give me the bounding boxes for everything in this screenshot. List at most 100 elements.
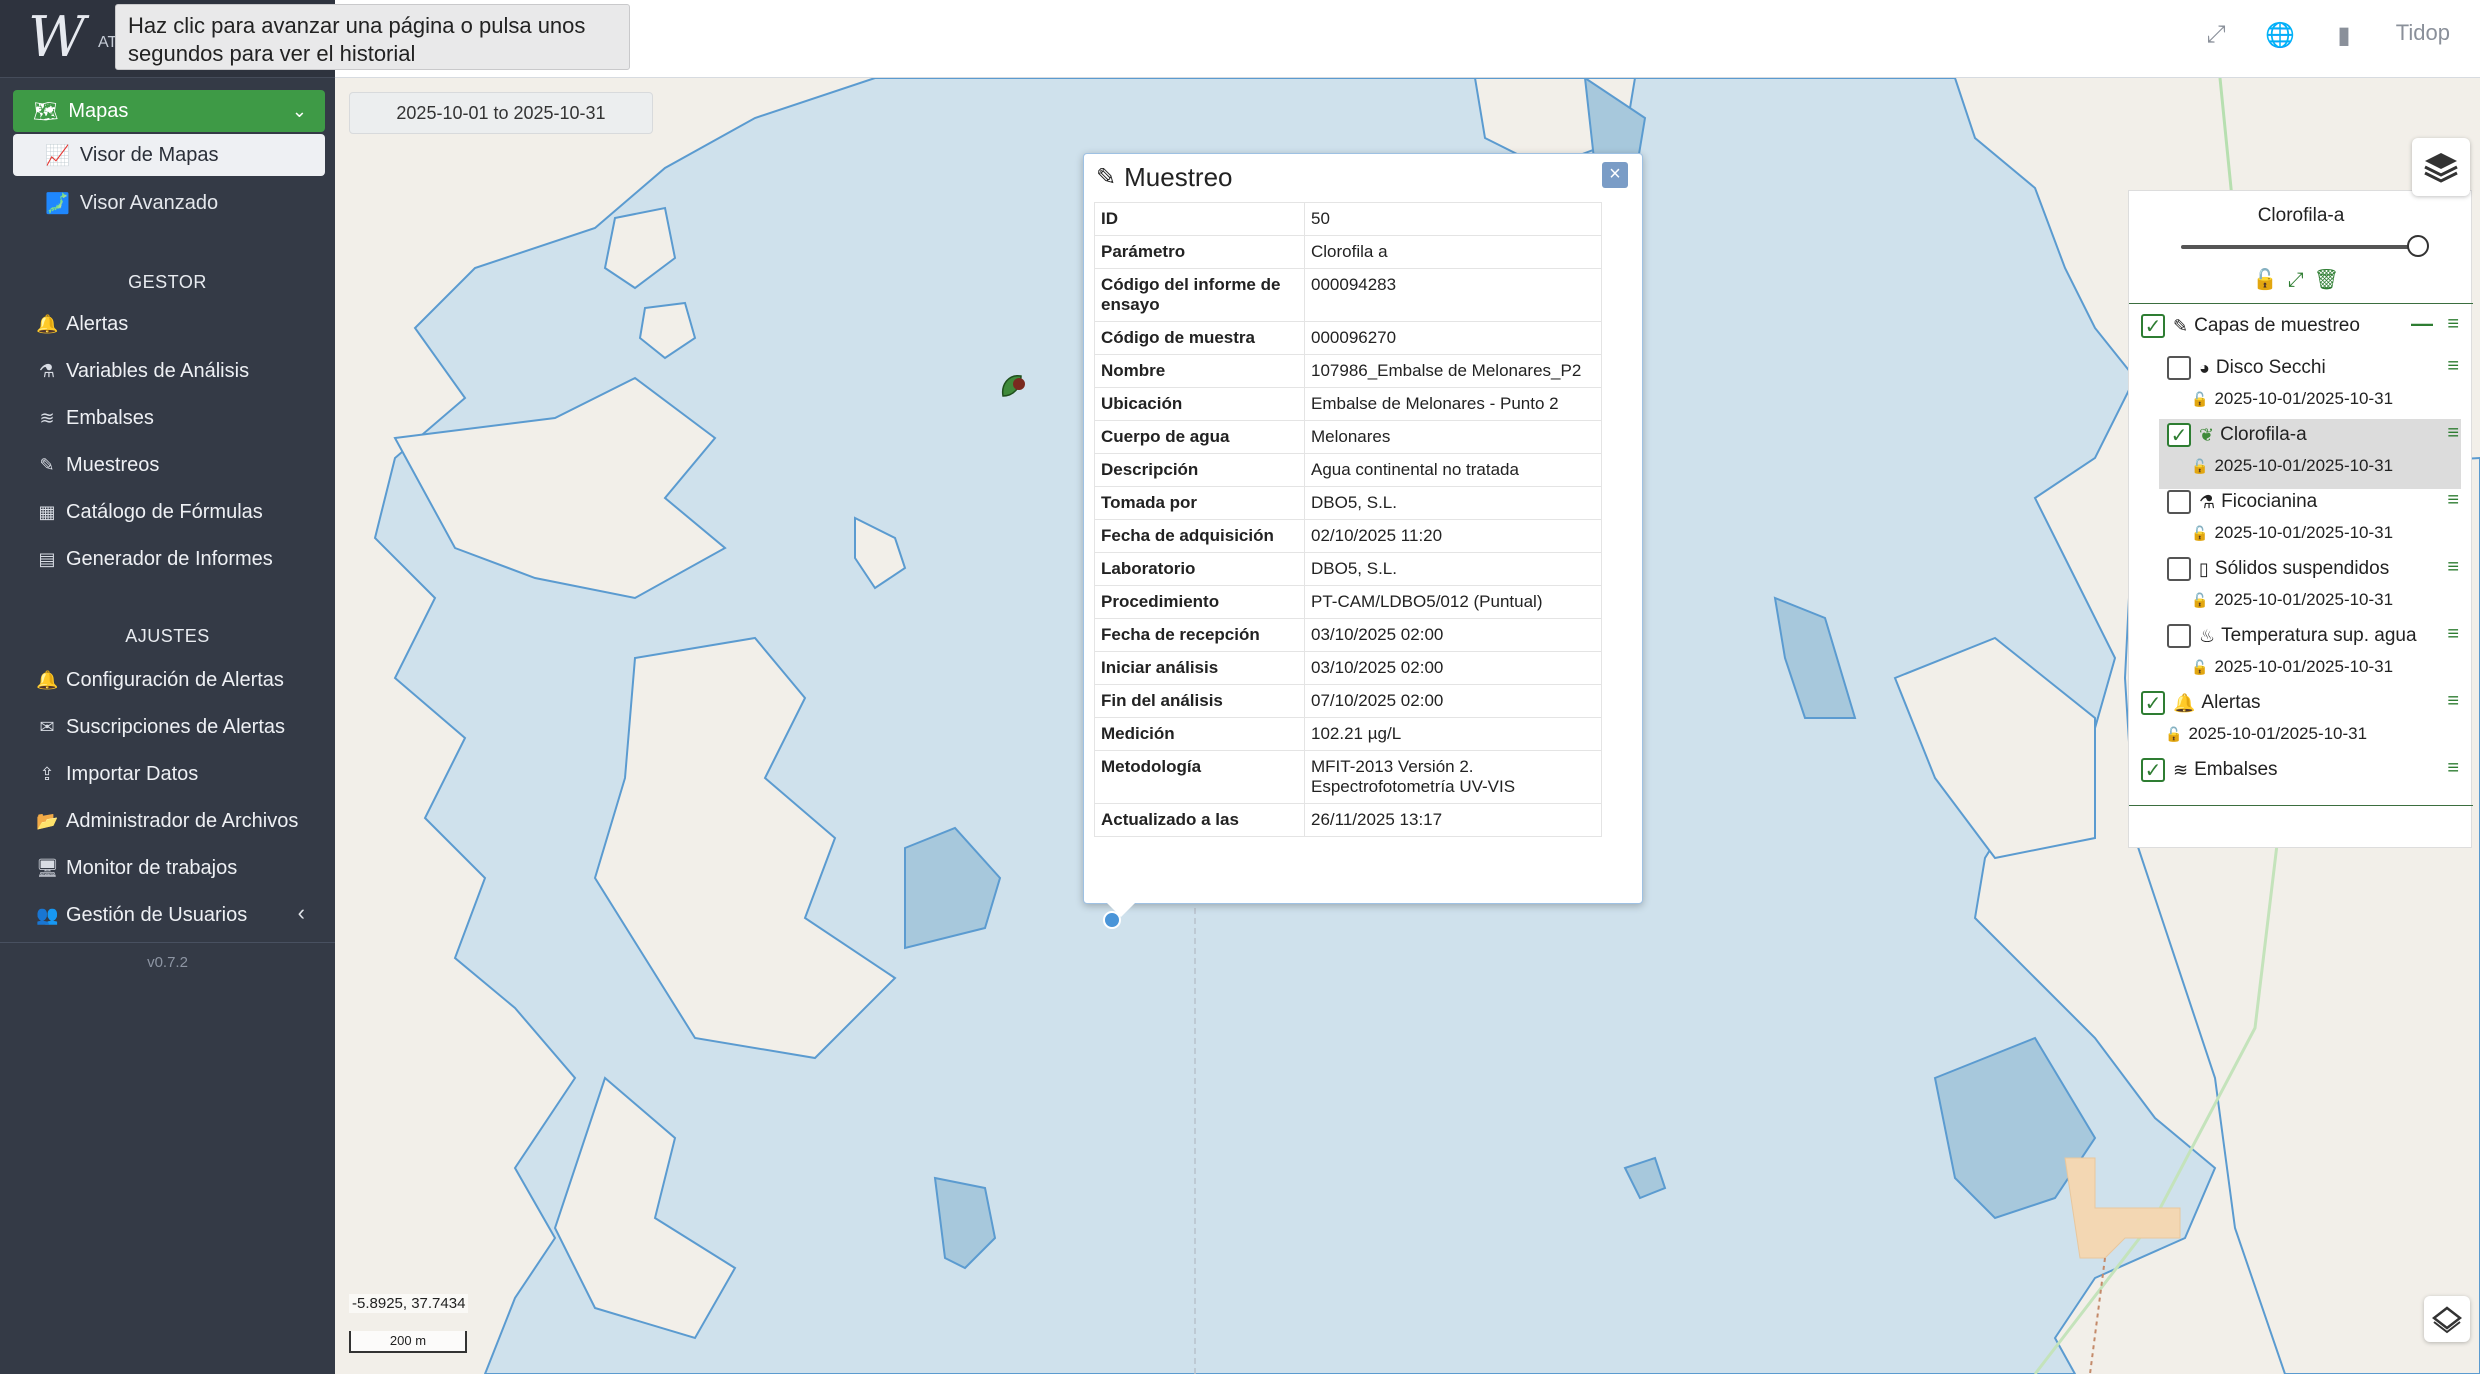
layer-clorofila[interactable]: ✓ ❦ Clorofila-a	[2167, 420, 2307, 450]
layer-group-capas[interactable]: ✓ ✎ Capas de muestreo	[2141, 311, 2360, 341]
unlock-icon[interactable]: 🔓	[2253, 269, 2288, 291]
nav-suscripciones[interactable]: ✉ Suscripciones de Alertas	[36, 709, 285, 745]
layers-toggle-button[interactable]	[2412, 138, 2470, 196]
drag-handle-icon[interactable]: ≡	[2447, 556, 2459, 579]
nav-catalogo[interactable]: ▦ Catálogo de Fórmulas	[36, 494, 262, 530]
close-button[interactable]: ×	[1602, 162, 1628, 188]
opacity-slider-handle[interactable]	[2407, 235, 2429, 257]
detail-key: ID	[1094, 202, 1305, 236]
glass-icon: ▯	[2199, 558, 2209, 579]
layer-ficocianina[interactable]: ⚗ Ficocianina	[2167, 487, 2317, 517]
leaf-icon: ❦	[2199, 424, 2215, 445]
trash-icon[interactable]: 🗑	[2314, 269, 2349, 291]
expand-icon[interactable]: ⤢	[2288, 269, 2314, 291]
drag-handle-icon[interactable]: ≡	[2447, 422, 2459, 445]
detail-row: Fecha de recepción 03/10/2025 02:00	[1094, 618, 1602, 652]
checkbox-checked[interactable]: ✓	[2141, 758, 2165, 782]
detail-row: Fin del análisis 07/10/2025 02:00	[1094, 684, 1602, 718]
detail-value: PT-CAM/LDBO5/012 (Puntual)	[1304, 585, 1602, 619]
drag-handle-icon[interactable]: ≡	[2447, 355, 2459, 378]
layer-date: 🔓 2025-10-01/2025-10-31	[2191, 456, 2393, 476]
checkbox-checked[interactable]: ✓	[2167, 423, 2191, 447]
date-range-chip[interactable]: 2025-10-01 to 2025-10-31	[349, 92, 653, 134]
users-icon: 👥	[36, 904, 59, 925]
basemap-toggle-button[interactable]	[2424, 1296, 2470, 1342]
nav-embalses-label: Embalses	[66, 406, 154, 429]
detail-value: 000096270	[1304, 321, 1602, 355]
nav-embalses[interactable]: ≋ Embalses	[36, 400, 154, 436]
nav-visor-avanzado-label: Visor Avanzado	[79, 191, 219, 214]
detail-row: Código del informe de ensayo 000094283	[1094, 268, 1602, 322]
nav-visor-mapas[interactable]: 📈 Visor de Mapas	[13, 134, 325, 176]
nav-muestreos-label: Muestreos	[66, 453, 160, 476]
nav-importar[interactable]: ⇪ Importar Datos	[36, 756, 198, 792]
drag-handle-icon[interactable]: ≡	[2447, 623, 2459, 646]
nav-usuarios[interactable]: 👥 Gestión de Usuarios	[36, 897, 326, 933]
nav-mapas[interactable]: 🗺 Mapas ⌄	[13, 90, 325, 132]
nav-config-alertas[interactable]: 🔔 Configuración de Alertas	[36, 662, 284, 698]
checkbox-unchecked[interactable]	[2167, 624, 2191, 648]
opacity-slider[interactable]	[2181, 245, 2417, 249]
layer-group-alertas[interactable]: ✓ 🔔 Alertas	[2141, 688, 2261, 718]
book-icon[interactable]: ▮	[2327, 18, 2361, 52]
folder-open-icon: 📂	[36, 810, 59, 831]
detail-key: Cuerpo de agua	[1094, 420, 1305, 454]
detail-value: 02/10/2025 11:20	[1304, 519, 1602, 553]
unlock-icon[interactable]: 🔓	[2191, 525, 2208, 542]
layer-date-label: 2025-10-01/2025-10-31	[2214, 590, 2394, 609]
flask-icon: ⚗	[38, 360, 56, 381]
panel-divider	[2129, 805, 2473, 806]
layer-temperatura[interactable]: ♨ Temperatura sup. agua	[2167, 621, 2417, 651]
collapse-icon[interactable]: —	[2411, 311, 2433, 337]
unlock-icon[interactable]: 🔓	[2165, 726, 2182, 743]
drag-handle-icon[interactable]: ≡	[2447, 757, 2459, 780]
drag-handle-icon[interactable]: ≡	[2447, 489, 2459, 512]
layer-disco-secchi[interactable]: ◕ Disco Secchi	[2167, 353, 2326, 383]
nav-variables[interactable]: ⚗ Variables de Análisis	[36, 353, 249, 389]
unlock-icon[interactable]: 🔓	[2191, 458, 2208, 475]
detail-row: Medición 102.21 µg/L	[1094, 717, 1602, 751]
checkbox-unchecked[interactable]	[2167, 356, 2191, 380]
map-marked-icon: 🗾	[45, 192, 70, 215]
sample-details-table: ID 50 Parámetro Clorofila a Código del infor…	[1094, 202, 1602, 837]
layer-label: Alertas	[2201, 692, 2261, 713]
panel-divider	[2129, 303, 2473, 304]
chevron-left-icon[interactable]: ‹	[298, 900, 305, 926]
layers-panel: Clorofila-a 🔓⤢🗑 ✓ ✎ Capas de muestreo — …	[2128, 190, 2473, 848]
layer-label: Temperatura sup. agua	[2221, 625, 2417, 646]
detail-key: Medición	[1094, 717, 1305, 751]
unlock-icon[interactable]: 🔓	[2191, 659, 2208, 676]
chart-line-icon: 📈	[45, 144, 70, 167]
layer-group-embalses[interactable]: ✓ ≋ Embalses	[2141, 755, 2278, 785]
nav-alertas[interactable]: 🔔 Alertas	[36, 306, 128, 342]
logo: W	[28, 5, 86, 70]
checkbox-checked[interactable]: ✓	[2141, 691, 2165, 715]
layer-solidos[interactable]: ▯ Sólidos suspendidos	[2167, 554, 2389, 584]
nav-archivos[interactable]: 📂 Administrador de Archivos	[36, 803, 298, 839]
drag-handle-icon[interactable]: ≡	[2447, 690, 2459, 713]
detail-row: Procedimiento PT-CAM/LDBO5/012 (Puntual)	[1094, 585, 1602, 619]
expand-icon[interactable]: ⤢	[2199, 18, 2233, 52]
detail-key: Nombre	[1094, 354, 1305, 388]
checkbox-unchecked[interactable]	[2167, 490, 2191, 514]
globe-icon[interactable]: 🌐	[2263, 18, 2297, 52]
checkbox-checked[interactable]: ✓	[2141, 314, 2165, 338]
upload-icon: ⇪	[39, 763, 55, 784]
nav-muestreos[interactable]: ✎ Muestreos	[36, 447, 159, 483]
unlock-icon[interactable]: 🔓	[2191, 592, 2208, 609]
nav-monitor[interactable]: 🖥 Monitor de trabajos	[36, 850, 237, 886]
detail-row: ID 50	[1094, 202, 1602, 236]
unlock-icon[interactable]: 🔓	[2191, 391, 2208, 408]
leaf-marker-icon[interactable]	[999, 370, 1029, 402]
envelope-icon: ✉	[39, 716, 55, 737]
sample-point-marker[interactable]	[1103, 911, 1121, 929]
user-menu[interactable]: Tidop	[2396, 20, 2450, 46]
detail-key: Laboratorio	[1094, 552, 1305, 586]
nav-visor-avanzado[interactable]: 🗾 Visor Avanzado	[13, 182, 325, 224]
drag-handle-icon[interactable]: ≡	[2447, 313, 2459, 336]
bell-icon: 🔔	[2173, 692, 2196, 713]
detail-row: Metodología MFIT-2013 Versión 2. Espectro…	[1094, 750, 1602, 804]
checkbox-unchecked[interactable]	[2167, 557, 2191, 581]
detail-row: Fecha de adquisición 02/10/2025 11:20	[1094, 519, 1602, 553]
nav-generador[interactable]: ▤ Generador de Informes	[36, 541, 272, 577]
